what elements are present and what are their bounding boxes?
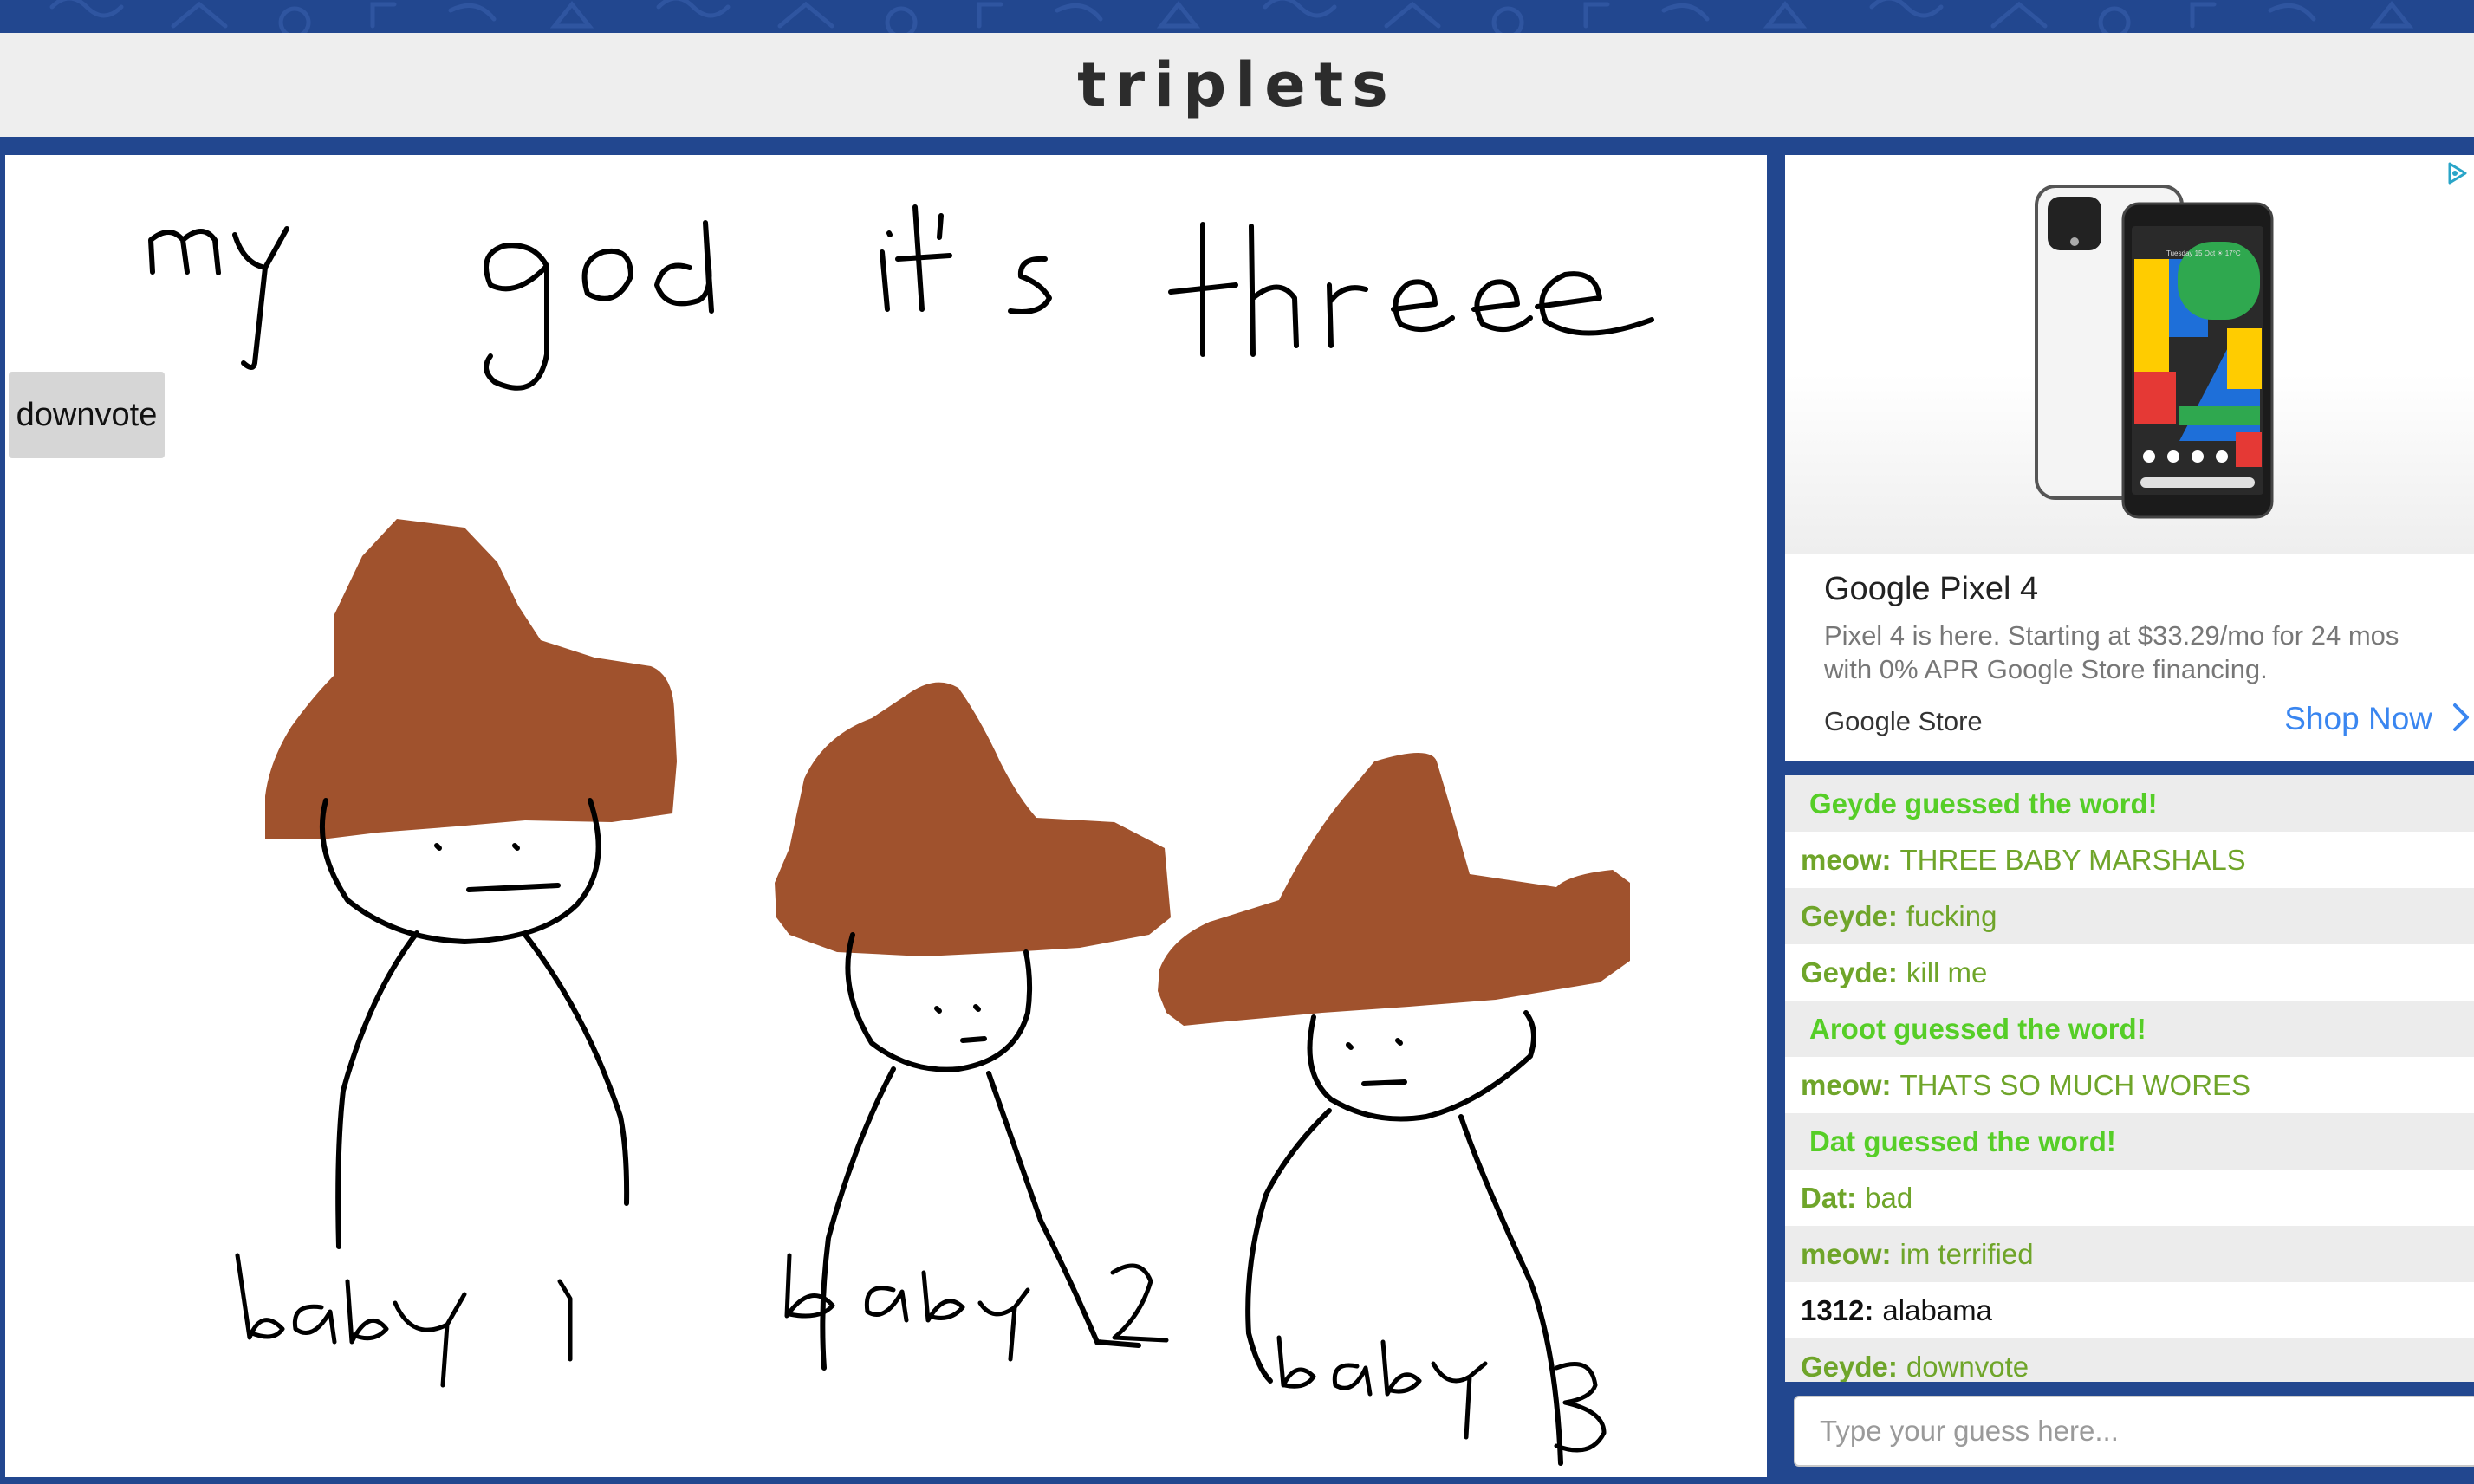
- ad-choices-icon[interactable]: [2445, 160, 2471, 186]
- side-panel: Tuesday 15 Oct ☀ 17°C Google Pixel 4 Pix…: [1785, 155, 2474, 1477]
- chat-author: meow:: [1801, 1068, 1892, 1101]
- chat-message: Dat: bad: [1785, 1170, 2474, 1226]
- chat-text: bad: [1865, 1181, 1913, 1214]
- chat-text: alabama: [1882, 1293, 1992, 1326]
- caption-scribble: [148, 204, 1654, 391]
- phone-screen-text: Tuesday 15 Oct ☀ 17°C: [2166, 249, 2241, 257]
- chat-message: Geyde: downvote: [1785, 1338, 2474, 1382]
- drawing-svg: [148, 204, 1654, 1466]
- chat-text: THREE BABY MARSHALS: [1899, 843, 2246, 876]
- chat-message: 1312: alabama: [1785, 1282, 2474, 1338]
- room-title: triplets: [1077, 49, 1397, 120]
- chat-message: Geyde guessed the word!: [1785, 775, 2474, 832]
- chat-message: Geyde: kill me: [1785, 944, 2474, 1001]
- ad-headline[interactable]: Google Pixel 4: [1824, 571, 2038, 608]
- chat-message: Dat guessed the word!: [1785, 1113, 2474, 1170]
- chat-message: meow: THREE BABY MARSHALS: [1785, 832, 2474, 888]
- chat-message: meow: im terrified: [1785, 1226, 2474, 1282]
- chat-text: fucking: [1906, 899, 1997, 932]
- chat-message: Geyde: fucking: [1785, 888, 2474, 944]
- ad-advertiser: Google Store: [1824, 706, 1983, 736]
- chat-text: im terrified: [1899, 1237, 2034, 1270]
- chat-author: Geyde:: [1801, 956, 1898, 988]
- chat-text: Geyde guessed the word!: [1809, 787, 2158, 820]
- chat-text: Dat guessed the word!: [1809, 1124, 2116, 1157]
- chat-author: Dat:: [1801, 1181, 1857, 1214]
- ad-body: Pixel 4 is here. Starting at $33.29/mo f…: [1824, 620, 2399, 684]
- phone-illustration: Tuesday 15 Oct ☀ 17°C: [2035, 185, 2274, 519]
- chat-author: 1312:: [1801, 1293, 1874, 1326]
- downvote-button[interactable]: downvote: [9, 372, 165, 458]
- room-title-bar: triplets: [0, 33, 2474, 137]
- ad-shop-now-button[interactable]: Shop Now: [2284, 701, 2432, 737]
- chat-author: Geyde:: [1801, 899, 1898, 932]
- chat-text: THATS SO MUCH WORES: [1899, 1068, 2251, 1101]
- chat-message: Aroot guessed the word!: [1785, 1001, 2474, 1057]
- baby-1-figure: [235, 519, 677, 1388]
- chat-text: kill me: [1906, 956, 1988, 988]
- chat-text: Aroot guessed the word!: [1809, 1012, 2146, 1045]
- baby-2-figure: [775, 682, 1171, 1371]
- chat-author: meow:: [1801, 1237, 1892, 1270]
- chat-message: meow: THATS SO MUCH WORES: [1785, 1057, 2474, 1113]
- drawing-canvas[interactable]: [5, 155, 1767, 1477]
- guess-input[interactable]: [1794, 1396, 2474, 1467]
- ad-banner[interactable]: Tuesday 15 Oct ☀ 17°C Google Pixel 4 Pix…: [1785, 155, 2474, 761]
- ad-image[interactable]: Tuesday 15 Oct ☀ 17°C: [1785, 155, 2474, 554]
- baby-3-figure: [1158, 753, 1630, 1466]
- chat-text: downvote: [1906, 1350, 2029, 1383]
- chat-author: Geyde:: [1801, 1350, 1898, 1383]
- chat-log: Geyde guessed the word! meow: THREE BABY …: [1785, 775, 2474, 1382]
- chat-author: meow:: [1801, 843, 1892, 876]
- chevron-right-icon[interactable]: [2448, 698, 2474, 736]
